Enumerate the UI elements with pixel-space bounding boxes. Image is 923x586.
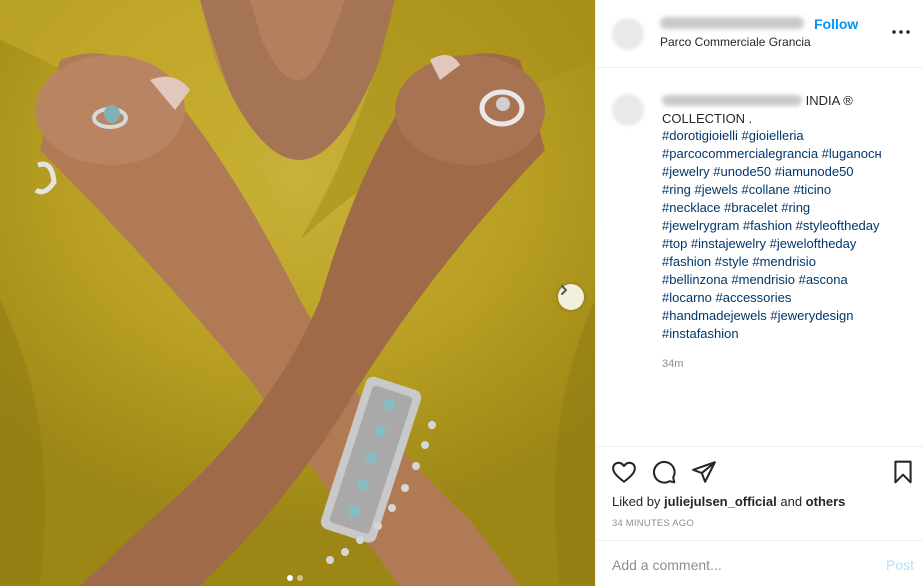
hashtag-line[interactable]: #bellinzona #mendrisio #ascona — [662, 271, 912, 289]
likes-middle: and — [776, 494, 806, 509]
post-actions — [596, 446, 923, 490]
likes-others-link[interactable]: others — [806, 494, 846, 509]
hashtag-line[interactable]: #handmadejewels #jewerydesign — [662, 307, 912, 325]
caption-text-block: INDIA ® COLLECTION . — [662, 92, 912, 128]
post-photo[interactable] — [0, 0, 595, 586]
hashtag-line[interactable]: #locarno #accessories — [662, 289, 912, 307]
photo-illustration — [0, 0, 595, 586]
hashtag-line[interactable]: #parcocommercialegrancia #luganocн — [662, 145, 912, 163]
location-link[interactable]: Parco Commerciale Grancia — [660, 35, 811, 49]
more-options-icon — [892, 30, 910, 34]
carousel-dot-active — [287, 575, 293, 581]
caption-age: 34m — [662, 358, 684, 370]
comment-icon[interactable] — [651, 459, 677, 485]
share-icon[interactable] — [691, 459, 717, 485]
hashtag-line[interactable]: #jewelry #unode50 #iamunode50 — [662, 163, 912, 181]
carousel-next-button[interactable] — [558, 284, 584, 310]
likes-prefix: Liked by — [612, 494, 665, 509]
chevron-right-icon — [561, 285, 567, 295]
post-header: Follow Parco Commerciale Grancia — [596, 0, 923, 68]
post-side-panel: Follow Parco Commerciale Grancia INDIA ®… — [595, 0, 923, 586]
caption-author-avatar[interactable] — [612, 94, 644, 126]
more-options-button[interactable] — [889, 22, 913, 42]
comment-input[interactable] — [612, 555, 862, 575]
carousel-dot — [297, 575, 303, 581]
author-username-blurred[interactable] — [660, 17, 804, 29]
follow-button[interactable]: Follow — [814, 16, 858, 32]
likes-summary: Liked by juliejulsen_official and others — [612, 494, 845, 509]
hashtag-line[interactable]: #ring #jewels #collane #ticino — [662, 181, 912, 199]
hashtag-line[interactable]: #jewelrygram #fashion #styleoftheday — [662, 217, 912, 235]
hashtag-line[interactable]: #fashion #style #mendrisio — [662, 253, 912, 271]
carousel-indicator — [287, 575, 303, 581]
caption-author-username-blurred[interactable] — [662, 95, 802, 107]
hashtag-line[interactable]: #necklace #bracelet #ring — [662, 199, 912, 217]
author-avatar[interactable] — [612, 18, 644, 50]
post-timestamp[interactable]: 34 MINUTES AGO — [612, 518, 694, 529]
bookmark-icon[interactable] — [890, 459, 916, 485]
comment-bar: Post — [596, 540, 923, 586]
hashtag-line[interactable]: #top #instajewelry #jeweloftheday — [662, 235, 912, 253]
liked-by-user-link[interactable]: juliejulsen_official — [664, 494, 777, 509]
heart-icon[interactable] — [611, 459, 637, 485]
hashtag-list: #dorotigioielli #gioielleria #parcocomme… — [662, 127, 912, 343]
hashtag-line[interactable]: #dorotigioielli #gioielleria — [662, 127, 912, 145]
hashtag-line[interactable]: #instafashion — [662, 325, 912, 343]
post-caption: INDIA ® COLLECTION . #dorotigioielli #gi… — [596, 68, 923, 446]
post-comment-button[interactable]: Post — [886, 557, 914, 573]
